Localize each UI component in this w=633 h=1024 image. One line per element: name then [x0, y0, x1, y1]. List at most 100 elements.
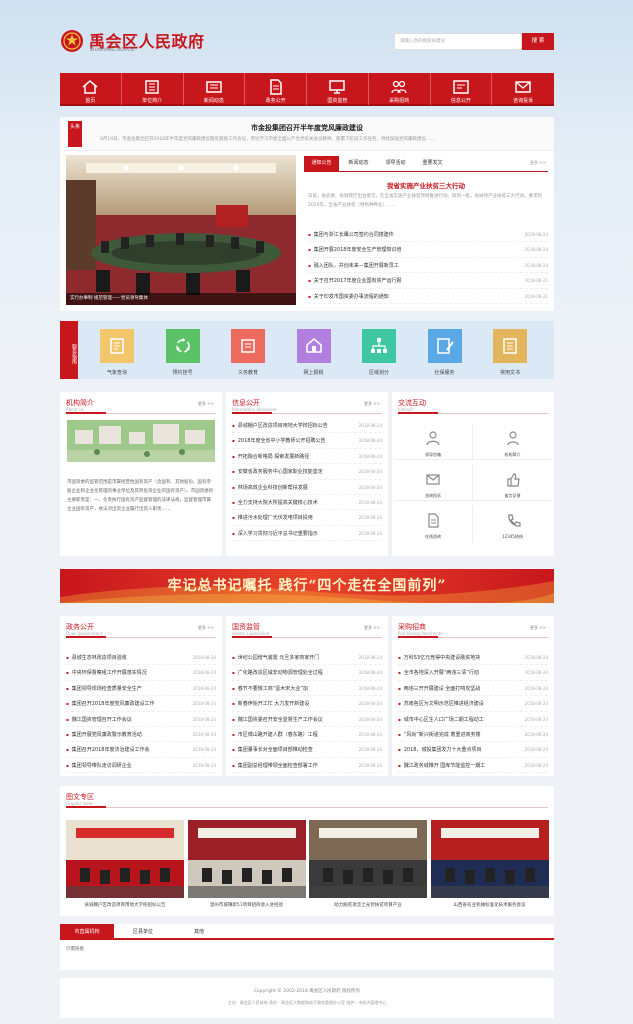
list-item[interactable]: 集团副总经理带领全面检查部署工作 2018-08-24: [232, 758, 382, 774]
list-item[interactable]: 两违三开开展建设 全面打响攻坚战 2018-08-24: [398, 681, 548, 697]
list-item[interactable]: 集团领导带队走访调研企业 2018-08-24: [66, 758, 216, 774]
procure-more-link[interactable]: 更多 >>: [530, 625, 546, 631]
news-feature-title[interactable]: 我省实施产业扶贫三大行动: [304, 180, 548, 190]
list-item[interactable]: “风尚”新兴街道完成 着重进商务楼 2018-08-24: [398, 727, 548, 743]
list-item[interactable]: 魏江政务城推开 国库节能监控一期工 2018-08-24: [398, 758, 548, 774]
gallery-photo: [187, 820, 306, 898]
list-item[interactable]: 中央环保督察组工作开展落实情况 2018-08-24: [66, 665, 216, 681]
list-item[interactable]: 苏南各区为文明示范区推进经济建设 2018-08-24: [398, 696, 548, 712]
nav-item-7[interactable]: 咨询投诉: [492, 73, 554, 105]
list-item[interactable]: 全市各地深入开展“两违三清”行动 2018-08-24: [398, 665, 548, 681]
list-item[interactable]: 春节不要慌工商“蛋木宋大业”加 2018-08-24: [232, 681, 382, 697]
list-item-title: 关于印发市国资委办事流程的通知: [308, 289, 389, 303]
links-tab-1[interactable]: 区县单位: [116, 924, 170, 940]
services-side-label: 服务指南: [60, 321, 78, 379]
gov-more-link[interactable]: 更多 >>: [198, 625, 214, 631]
list-item[interactable]: 魏江国资管理召开工作会议 2018-08-24: [66, 712, 216, 727]
search-input[interactable]: 请输入你的搜索关键词: [394, 33, 522, 50]
list-item[interactable]: 集团与浙江长鹰公司签约合同搭建件 2018-08-24: [308, 227, 548, 243]
news-tab-2[interactable]: 领导活动: [378, 156, 413, 171]
list-item[interactable]: 新春伊始开工忙 大力发开新建设 2018-08-24: [232, 696, 382, 712]
org-more-link[interactable]: 更多 >>: [198, 401, 214, 407]
news-tab-0[interactable]: 通知公告: [304, 156, 339, 171]
interact-label: 咨询投诉: [425, 493, 441, 498]
nav-item-5[interactable]: 采购招商: [369, 73, 431, 105]
links-content: 只需链接: [66, 947, 84, 952]
list-item[interactable]: 关于召开2017年度企业国有资产运行报 2018-08-21: [308, 273, 548, 289]
gallery-item-2[interactable]: 助力脱贫攻坚之光伏扶贫项目产业: [309, 820, 427, 908]
gallery-photo: [66, 820, 184, 898]
news-more-link[interactable]: 更多 >>: [530, 160, 546, 166]
interact-item-4[interactable]: 在线咨询: [394, 506, 473, 542]
service-item-4[interactable]: 区域划分: [362, 329, 396, 376]
gallery-item-3[interactable]: 山西省农业机械标准化技术服务会议: [430, 820, 549, 908]
gallery-item-0[interactable]: 县城棚户区改造项目用地大学校招标公告: [66, 820, 184, 908]
list-item[interactable]: 集团召开2018年度法治建设工作会 2018-08-24: [66, 742, 216, 758]
list-item[interactable]: 集团董事长对全面项目部推动检查 2018-08-24: [232, 742, 382, 758]
list-item[interactable]: 2018年度全省中小学教师公开招聘公告 2018-08-24: [232, 433, 382, 449]
nav-item-4[interactable]: 国资监管: [307, 73, 369, 105]
list-item[interactable]: 集团召开2018年度党风廉政建设工作 2018-08-24: [66, 696, 216, 712]
service-item-2[interactable]: 义务教育: [231, 329, 265, 376]
list-item[interactable]: 深入学习贯彻习近平总书记重要指示 2018-08-24: [232, 526, 382, 542]
nav-item-2[interactable]: 新闻动态: [184, 73, 246, 105]
list-item[interactable]: 2018，城投集团发力十大重点项目 2018-08-24: [398, 742, 548, 758]
nav-item-label: 国资监管: [327, 98, 348, 104]
links-tab-0[interactable]: 市直属机构: [60, 924, 114, 940]
list-item-title: “风尚”新兴街道完成 着重进商务楼: [398, 727, 481, 741]
list-item[interactable]: 世纪公园增气装置 元旦多家商家开门 2018-08-24: [232, 650, 382, 666]
nav-item-0[interactable]: 首页: [60, 73, 122, 105]
slide-image[interactable]: 实行办事制 规范管理——党员领导集体: [66, 155, 296, 305]
list-item[interactable]: 林场高效企业科技创新帮扶发展 2018-08-24: [232, 480, 382, 495]
interact-item-1[interactable]: 机构简介: [473, 424, 552, 460]
info-more-link[interactable]: 更多 >>: [364, 401, 380, 407]
org-divider: [66, 412, 216, 414]
news-tab-1[interactable]: 新闻动态: [341, 156, 376, 171]
service-item-6[interactable]: 常用文书: [493, 329, 527, 376]
list-item[interactable]: 集团开展党风廉政警示教育活动 2018-08-24: [66, 727, 216, 743]
list-item[interactable]: 融入团队，共创未来—集团开展新员工 2018-08-24: [308, 258, 548, 274]
list-item-title: 魏江国资委召开安全监督生产工作会议: [232, 712, 323, 726]
interact-item-0[interactable]: 领导信箱: [394, 424, 473, 460]
interact-item-3[interactable]: 留言反馈: [473, 465, 552, 501]
list-item-title: 开拓融合新格局 探索发展新路径: [232, 449, 310, 463]
nav-item-6[interactable]: 信息公开: [431, 73, 493, 105]
gallery-item-1[interactable]: 温州市城镇新51项目招商会入驻经验: [187, 820, 306, 908]
nav-item-1[interactable]: 单位简介: [122, 73, 184, 105]
slogan-banner[interactable]: 牢记总书记嘱托 践行“四个走在全国前列”: [60, 569, 554, 603]
news-tab-3[interactable]: 重要发文: [415, 156, 450, 171]
nav-item-3[interactable]: 政务公开: [245, 73, 307, 105]
gov-list: 县城生态林改造项目验收 2018-08-24 中央环保督察组工作开展落实情况 2018…: [66, 650, 216, 774]
assets-more-link[interactable]: 更多 >>: [364, 625, 380, 631]
list-item[interactable]: 县城棚户区改造项目用地大学校招标公告 2018-08-24: [232, 418, 382, 434]
list-item[interactable]: 集团领导现场检查质量安全生产 2018-08-24: [66, 681, 216, 697]
service-item-5[interactable]: 社保服务: [427, 329, 462, 376]
list-item[interactable]: 集团开展2018年度安全生产管理知识培 2018-08-24: [308, 242, 548, 258]
list-item[interactable]: 城市中心区生人口广场二期工程动工 2018-08-24: [398, 712, 548, 727]
service-item-3[interactable]: 网上报税: [296, 329, 331, 376]
headline-title[interactable]: 市金投集团召开半年度党风廉政建设: [60, 123, 554, 133]
list-item[interactable]: 全力支持大院大所提高关键核心技术 2018-08-24: [232, 495, 382, 511]
list-item[interactable]: 开拓融合新格局 探索发展新路径 2018-08-24: [232, 449, 382, 465]
search-button[interactable]: 搜 索: [522, 33, 554, 50]
list-item[interactable]: 关于印发市国资委办事流程的通知 2018-08-21: [308, 289, 548, 304]
interact-item-5[interactable]: 12345热线: [473, 506, 552, 542]
service-item-1[interactable]: 预约挂号: [165, 329, 200, 376]
list-item[interactable]: 市区博山路开建人群（春东路）工程 2018-08-24: [232, 727, 382, 743]
list-item[interactable]: 万科53亿元竞得中央建设融资地块 2018-08-24: [398, 650, 548, 666]
list-item[interactable]: 安徽省政务服务中心国家职业技能鉴定 2018-08-24: [232, 464, 382, 480]
list-item[interactable]: 广化路改造区域非动物源管理处全过程 2018-08-24: [232, 665, 382, 681]
interact-item-2[interactable]: 咨询投诉: [394, 465, 473, 501]
list-item-date: 2018-08-24: [524, 655, 548, 660]
list-item[interactable]: 推进污水处理厂光伏发电项目投用 2018-08-24: [232, 510, 382, 526]
list-item[interactable]: 魏江国资委召开安全监督生产工作会议 2018-08-24: [232, 712, 382, 727]
users-icon: [369, 78, 430, 96]
list-item[interactable]: 县城生态林改造项目验收 2018-08-24: [66, 650, 216, 666]
links-tab-2[interactable]: 其他: [172, 924, 226, 940]
campus-aerial-photo[interactable]: [67, 420, 215, 462]
list-item-title: 林场高效企业科技创新帮扶发展: [232, 480, 308, 494]
gallery-photo: [430, 820, 549, 898]
tax-icon: [296, 329, 331, 363]
service-item-0[interactable]: 气象查询: [100, 329, 134, 376]
org-text: 市国资委的监管范围是市属经营性国有资产（含国有、其他股份、国有参股企业和企业化管…: [67, 480, 214, 512]
